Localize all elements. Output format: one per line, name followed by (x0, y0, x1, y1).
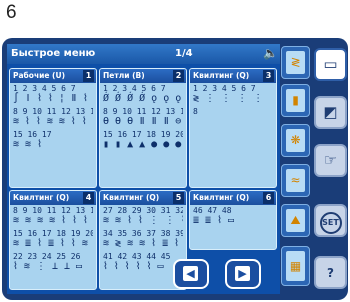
stitch-row[interactable]: ≋ ≷ ≋ ≋ ⌇ ≣ ⌇ (103, 238, 183, 250)
stitch-row[interactable]: 8 9 10 11 12 13 14 (103, 108, 183, 116)
stitch-row[interactable]: 1 2 3 4 5 6 7 (193, 85, 273, 93)
panel-label: Квилтинг (Q) (13, 193, 70, 202)
title-bar: Быстрое меню 1/4 🔈 (7, 44, 280, 64)
stitch-list[interactable]: 8 9 10 11 12 13 14 ≋ ≋ ≋ ≋ ⌇ ⌇ ⌇ 15 16 17 … (13, 207, 93, 287)
category-tabs: ≷ ▮ ❋ ≈ ⛰ ▦ (281, 44, 310, 294)
quilting-icon: ≈ (286, 169, 305, 192)
tab-grid[interactable]: ▦ (281, 246, 310, 286)
panel-number: 6 (263, 192, 274, 204)
help-button[interactable]: ? (314, 256, 347, 289)
set-button[interactable]: SET (314, 204, 347, 237)
tab-decorative[interactable]: ❋ (281, 124, 310, 157)
hand-icon: ☞ (323, 151, 338, 169)
stitch-row[interactable]: 22 23 24 25 26 (13, 253, 93, 261)
panel-number: 5 (173, 192, 184, 204)
help-icon: ? (327, 266, 334, 280)
tab-home[interactable]: ⛰ (281, 204, 310, 237)
panel-quilting-6[interactable]: Квилтинг (Q) 6 46 47 48 ≣ ≣ ⌇ ▭ (189, 190, 277, 250)
arrow-left-icon: ◀ (183, 266, 198, 281)
panel-number: 4 (83, 192, 94, 204)
decorative-icon: ❋ (286, 129, 305, 152)
panel-number: 2 (173, 70, 184, 82)
panel-label: Квилтинг (Q) (103, 193, 160, 202)
stitch-row[interactable]: ▮ ▮ ▲ ▲ ● ● ● (103, 139, 183, 151)
stitch-list[interactable]: 1 2 3 4 5 6 7 ∫ ǀ ⌇ ⌇ ¦ ǁ ⌇ 8 9 10 11 12 1… (13, 85, 93, 185)
stitch-row[interactable]: 8 9 10 11 12 13 14 (13, 108, 93, 116)
tab-utility[interactable]: ≷ (281, 46, 310, 79)
stitch-row[interactable]: ⌇ ≋ ⋮ ⊥ ⊥ ▭ (13, 261, 93, 273)
stitch-screen-button[interactable]: ▭ (314, 48, 347, 81)
panel-buttonholes[interactable]: Петли (B) 2 1 2 3 4 5 6 7Ǿ Ǿ Ǿ Ǿ ǫ ǫ ǫ 8 9… (99, 68, 187, 188)
tab-buttonholes[interactable]: ▮ (281, 84, 310, 117)
stitch-row[interactable]: ≷ ⋮ ⋮ ⋮ ⋮ ⋮ ≋ (193, 93, 273, 105)
page-indicator: 1/4 (175, 48, 193, 59)
stitch-row[interactable]: 8 9 10 11 12 13 14 (13, 207, 93, 215)
sewing-machine-screen: Быстрое меню 1/4 🔈 Рабочие (U) 1 1 2 3 4 … (2, 38, 348, 300)
stitch-list[interactable]: 27 28 29 30 31 32 33≋ ≋ ⌇ ⌇ ⋮ ⋮ ⌇ 34 35 3… (103, 207, 183, 287)
stitch-row[interactable]: 27 28 29 30 31 32 33 (103, 207, 183, 215)
stitch-list[interactable]: 1 2 3 4 5 6 7≷ ⋮ ⋮ ⋮ ⋮ ⋮ ≋ 8 (193, 85, 273, 185)
page-title: Быстрое меню (11, 48, 96, 59)
stitch-row[interactable]: 34 35 36 37 38 39 40 (103, 230, 183, 238)
panel-quilting-4[interactable]: Квилтинг (Q) 4 8 9 10 11 12 13 14 ≋ ≋ ≋ ≋ … (9, 190, 97, 290)
stitch-row[interactable]: ⌇ ⌇ ⌇ ⌇ ⌇ ▭ (103, 261, 183, 273)
stitch-row[interactable]: 8 (193, 108, 273, 116)
speaker-icon[interactable]: 🔈 (263, 46, 278, 60)
buttonhole-icon: ▮ (286, 89, 305, 112)
quick-menu-area: Быстрое меню 1/4 🔈 Рабочие (U) 1 1 2 3 4 … (7, 44, 280, 294)
panel-utility[interactable]: Рабочие (U) 1 1 2 3 4 5 6 7 ∫ ǀ ⌇ ⌇ ¦ ǁ ⌇ 8… (9, 68, 97, 188)
embroidery-icon: ◩ (323, 103, 338, 121)
panel-quilting-1[interactable]: Квилтинг (Q) 3 1 2 3 4 5 6 7≷ ⋮ ⋮ ⋮ ⋮ ⋮ ≋… (189, 68, 277, 188)
panel-label: Квилтинг (Q) (193, 71, 250, 80)
stitch-row[interactable]: 1 2 3 4 5 6 7 (13, 85, 93, 93)
stitch-row[interactable]: ≋ ≣ ⌇ ≣ ⌇ ⌇ ≋ (13, 238, 93, 250)
prev-page-button[interactable]: ◀ (173, 259, 209, 289)
arrow-right-icon: ▶ (235, 266, 250, 281)
panel-label: Петли (B) (103, 71, 145, 80)
stitch-row[interactable]: 1 2 3 4 5 6 7 (103, 85, 183, 93)
panel-label: Квилтинг (Q) (193, 193, 250, 202)
stitch-row[interactable]: ≋ ≋ ⌇ (13, 139, 93, 151)
stitch-row[interactable]: ≋ ⌇ ⌇ ≋ ≋ ⌇ ⌇ (13, 116, 93, 128)
embroidery-button[interactable]: ◩ (314, 96, 347, 129)
stitch-row[interactable]: ∫ ǀ ⌇ ⌇ ¦ ǁ ⌇ (13, 93, 93, 105)
hand-button[interactable]: ☞ (314, 144, 347, 177)
stitch-row[interactable]: 46 47 48 (193, 207, 273, 215)
grid-icon: ▦ (286, 251, 305, 281)
home-icon: ⛰ (286, 209, 305, 232)
stitch-list[interactable]: 1 2 3 4 5 6 7Ǿ Ǿ Ǿ Ǿ ǫ ǫ ǫ 8 9 10 11 12 1… (103, 85, 183, 185)
zigzag-icon: ≷ (286, 51, 305, 74)
right-menu: ▭ ◩ ☞ SET ? (311, 44, 347, 294)
stitch-row[interactable]: ≋ ≋ ⌇ ⌇ ⋮ ⋮ ⌇ (103, 215, 183, 227)
stitch-list[interactable]: 46 47 48 ≣ ≣ ⌇ ▭ (193, 207, 273, 247)
stitch-row[interactable]: 41 42 43 44 45 (103, 253, 183, 261)
next-page-button[interactable]: ▶ (225, 259, 261, 289)
stitch-row[interactable]: ≣ ≣ ⌇ ▭ (193, 215, 273, 227)
stitch-row[interactable]: 15 16 17 18 19 20 21 (103, 131, 183, 139)
stitch-row[interactable]: Ɵ Ɵ Ɵ ǁ ǁ ǁ ⊖ (103, 116, 183, 128)
stitch-row[interactable]: ≋ ≋ ≋ ≋ ⌇ ⌇ ⌇ (13, 215, 93, 227)
stitch-row[interactable]: Ǿ Ǿ Ǿ Ǿ ǫ ǫ ǫ (103, 93, 183, 105)
stitch-row[interactable]: 15 16 17 (13, 131, 93, 139)
panel-label: Рабочие (U) (13, 71, 65, 80)
stitch-row[interactable]: 15 16 17 18 19 20 21 (13, 230, 93, 238)
tab-quilting[interactable]: ≈ (281, 164, 310, 197)
stitch-screen-icon: ▭ (323, 55, 338, 73)
figure-number: 6 (6, 2, 17, 23)
panel-number: 3 (263, 70, 274, 82)
panel-number: 1 (83, 70, 94, 82)
set-icon: SET (319, 212, 342, 234)
